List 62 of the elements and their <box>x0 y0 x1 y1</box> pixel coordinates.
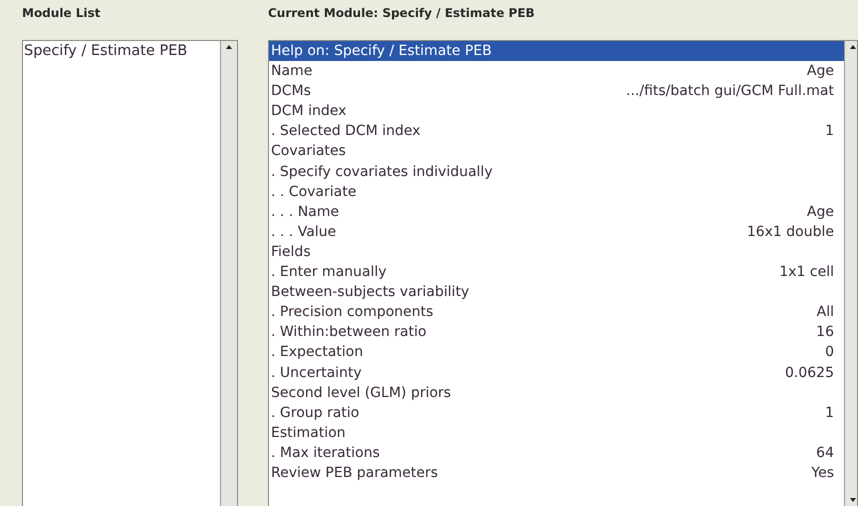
row-label: . . . Name <box>271 202 340 222</box>
settings-row[interactable]: . Within:between ratio 16 <box>269 322 844 342</box>
settings-row[interactable]: . Enter manually 1x1 cell <box>269 262 844 282</box>
row-label: Between-subjects variability <box>271 283 470 302</box>
row-label: Name <box>271 62 312 82</box>
settings-row[interactable]: Estimation <box>269 422 844 443</box>
row-value: 1 <box>825 122 834 142</box>
row-label: DCMs <box>271 82 311 102</box>
row-label: . Selected DCM index <box>271 122 420 142</box>
list-item[interactable]: Specify / Estimate PEB <box>23 41 220 61</box>
row-label: Fields <box>271 242 311 262</box>
settings-row[interactable]: Name Age <box>269 61 844 82</box>
row-label: Estimation <box>271 424 346 443</box>
row-label: . Group ratio <box>271 404 360 423</box>
row-value: 1x1 cell <box>779 263 834 282</box>
row-label: . Uncertainty <box>271 364 362 382</box>
settings-row[interactable]: Fields <box>269 242 844 262</box>
row-value: Age <box>806 202 834 222</box>
settings-row[interactable]: . . . Value 16x1 double <box>269 222 844 242</box>
row-label: . . Covariate <box>271 182 356 202</box>
row-label: . Enter manually <box>271 263 387 282</box>
settings-row[interactable]: . Expectation 0 <box>269 342 844 362</box>
panel-title: Module List <box>22 5 102 22</box>
row-label: DCM index <box>271 102 346 122</box>
row-label: Review PEB parameters <box>271 464 438 483</box>
settings-row[interactable]: . . Covariate <box>269 182 844 202</box>
row-value: All <box>816 303 834 322</box>
scrollbar[interactable] <box>220 41 237 506</box>
row-value: .../fits/batch gui/GCM Full.mat <box>626 82 834 102</box>
settings-row[interactable]: Second level (GLM) priors <box>269 382 844 403</box>
row-value: Age <box>806 62 834 82</box>
settings-row[interactable]: Covariates <box>269 141 844 162</box>
scrollbar[interactable] <box>844 41 857 506</box>
row-label: Help on: Specify / Estimate PEB <box>271 42 492 61</box>
row-value: 1 <box>825 404 834 423</box>
row-label: . Within:between ratio <box>271 323 426 342</box>
panel-title: Current Module: Specify / Estimate PEB <box>268 5 536 22</box>
row-label: . Specify covariates individually <box>271 162 493 182</box>
settings-row[interactable]: . Uncertainty 0.0625 <box>269 362 844 383</box>
settings-row[interactable]: . Selected DCM index 1 <box>269 121 844 142</box>
settings-row[interactable]: DCM index <box>269 101 844 122</box>
settings-row[interactable]: Review PEB parameters Yes <box>269 462 844 484</box>
row-label: Second level (GLM) priors <box>271 384 451 403</box>
settings-row[interactable]: . Max iterations 64 <box>269 442 844 463</box>
row-value: 16 <box>816 323 834 342</box>
row-label: . . . Value <box>271 222 336 242</box>
settings-row[interactable]: Between-subjects variability <box>269 282 844 302</box>
settings-row[interactable]: DCMs .../fits/batch gui/GCM Full.mat <box>269 81 844 102</box>
row-value: 64 <box>816 444 834 463</box>
row-label: . Max iterations <box>271 444 380 463</box>
settings-row[interactable]: . Precision components All <box>269 302 844 322</box>
row-label: . Precision components <box>271 303 434 322</box>
row-value: 0.0625 <box>785 364 834 382</box>
settings-row[interactable]: . Specify covariates individually <box>269 162 844 182</box>
settings-row[interactable]: . Group ratio 1 <box>269 402 844 423</box>
row-label: Covariates <box>271 142 346 162</box>
row-value: Yes <box>811 464 834 483</box>
row-value: 0 <box>825 343 834 362</box>
settings-row[interactable]: . . . Name Age <box>269 202 844 222</box>
row-label: . Expectation <box>271 343 364 362</box>
row-value: 16x1 double <box>746 222 834 242</box>
settings-row[interactable]: Help on: Specify / Estimate PEB <box>269 41 844 62</box>
